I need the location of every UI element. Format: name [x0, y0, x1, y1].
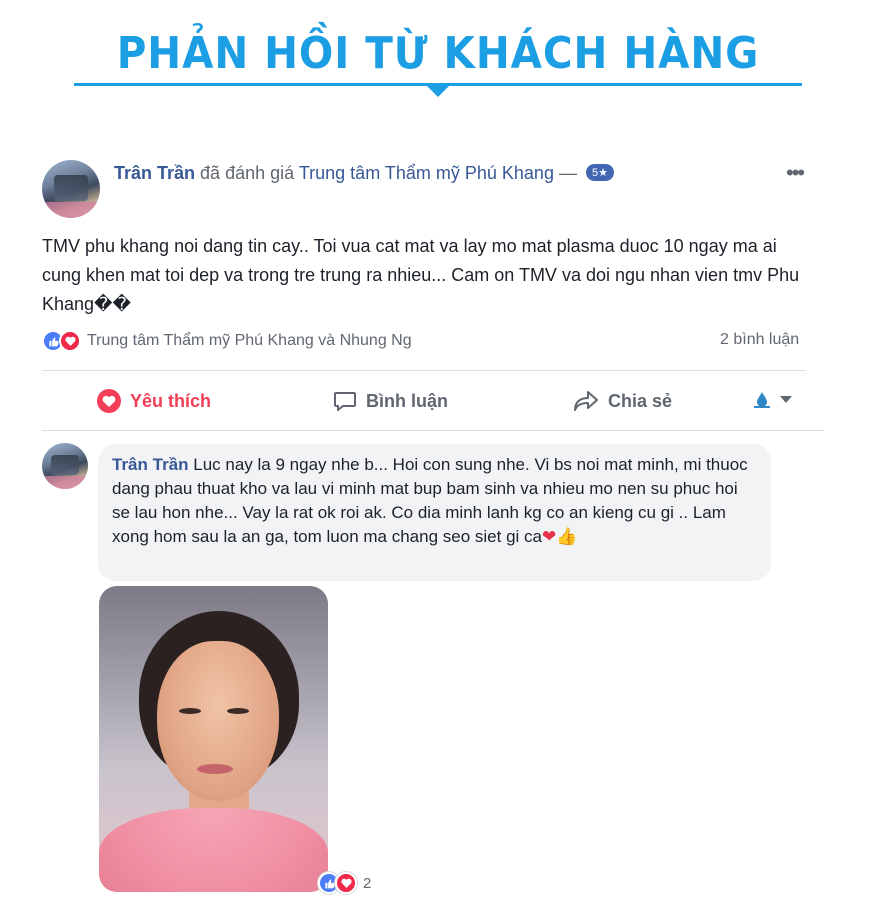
- banner-notch: [426, 85, 450, 97]
- comment-text: Luc nay la 9 ngay nhe b... Hoi con sung …: [112, 455, 748, 546]
- comment-author-avatar[interactable]: [42, 443, 88, 489]
- post-header: Trân Trần đã đánh giá Trung tâm Thẩm mỹ …: [114, 163, 614, 184]
- photo-reactions[interactable]: 2: [318, 872, 371, 894]
- comment-button[interactable]: Bình luận: [332, 386, 448, 416]
- like-button-label: Yêu thích: [130, 390, 212, 411]
- love-reaction-icon: [335, 872, 357, 894]
- post-author-name[interactable]: Trân Trần: [114, 163, 195, 183]
- comment-button-label: Bình luận: [366, 390, 448, 411]
- share-icon: [574, 391, 598, 411]
- page-avatar-icon: [754, 392, 770, 408]
- heart-icon: [97, 389, 121, 413]
- chevron-down-icon: [780, 396, 792, 403]
- divider-top: [42, 370, 806, 371]
- banner-title: PHẢN HỒI TỪ KHÁCH HÀNG: [116, 28, 760, 79]
- post-body-text: TMV phu khang noi dang tin cay.. Toi vua…: [42, 236, 800, 314]
- reactions-summary[interactable]: Trung tâm Thẩm mỹ Phú Khang và Nhung Ng: [42, 329, 412, 353]
- heart-emoji: ❤: [541, 527, 557, 546]
- love-reaction-icon: [59, 330, 81, 352]
- reviewed-page-link[interactable]: Trung tâm Thẩm mỹ Phú Khang: [299, 163, 554, 183]
- comment-bubble: Trân Trần Luc nay la 9 ngay nhe b... Hoi…: [98, 444, 771, 581]
- comment-count[interactable]: 2 bình luận: [720, 331, 799, 349]
- thumbs-up-emoji: 👍: [556, 527, 578, 546]
- post-author-avatar[interactable]: [42, 160, 100, 218]
- comment-author-name[interactable]: Trân Trần: [112, 455, 189, 474]
- divider-bottom: [42, 430, 824, 431]
- rating-badge: 5★: [585, 163, 614, 181]
- audience-selector[interactable]: [752, 390, 792, 410]
- photo-reaction-count: 2: [363, 874, 372, 892]
- share-button[interactable]: Chia sẻ: [572, 386, 672, 416]
- more-options-icon[interactable]: •••: [786, 160, 805, 186]
- header-separator: —: [558, 163, 577, 183]
- comment-icon: [334, 392, 356, 411]
- comment-photo[interactable]: [99, 586, 328, 892]
- share-button-label: Chia sẻ: [608, 390, 673, 411]
- reactors-text[interactable]: Trung tâm Thẩm mỹ Phú Khang và Nhung Ng: [87, 332, 412, 350]
- post-action-text: đã đánh giá: [200, 163, 295, 183]
- like-button[interactable]: Yêu thích: [96, 386, 211, 416]
